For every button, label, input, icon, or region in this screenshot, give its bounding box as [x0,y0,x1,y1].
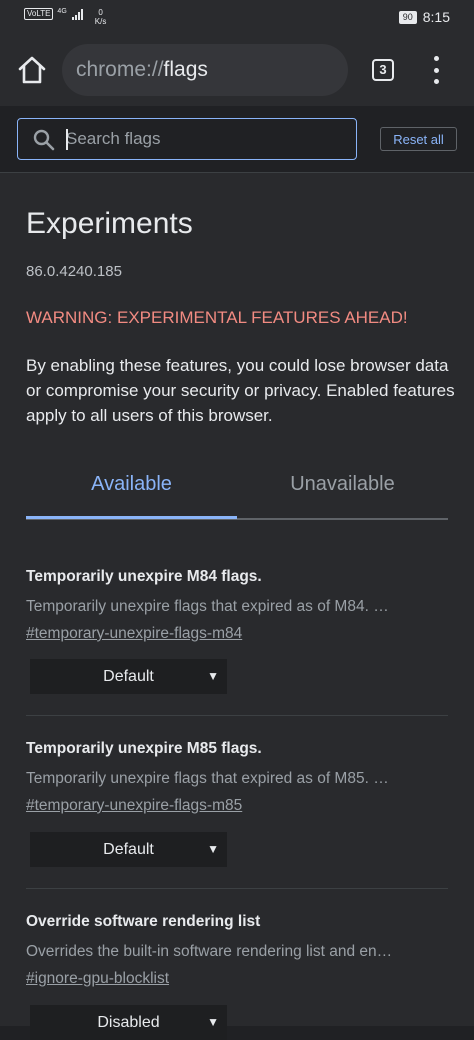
flag-link[interactable]: #ignore-gpu-blocklist [26,970,448,988]
overflow-menu-button[interactable] [428,56,444,84]
tab-bar: Available Unavailable [26,463,448,520]
status-right: 90 8:15 [398,9,450,25]
network-speed: 0 K/s [95,8,107,26]
network-speed-unit: K/s [94,17,107,26]
home-button[interactable] [16,54,48,86]
status-bar: VoLTE 4G 0 K/s 90 8:15 [0,0,474,34]
search-box[interactable] [17,118,357,160]
dropdown-arrow-icon: ▼ [207,669,219,683]
flag-description: Overrides the built-in software renderin… [26,943,393,960]
menu-dot-icon [433,56,439,61]
flag-link[interactable]: #temporary-unexpire-flags-m84 [26,625,448,643]
tab-unavailable[interactable]: Unavailable [237,463,448,518]
page-description: By enabling these features, you could lo… [26,356,455,425]
flag-item: Temporarily unexpire M84 flags. Temporar… [26,568,448,694]
tab-available[interactable]: Available [26,463,237,519]
network-type-label: 4G [57,8,67,15]
volte-badge: VoLTE [24,8,54,20]
page-title: Experiments [26,207,193,240]
address-bar[interactable]: chrome://flags [62,44,348,96]
flag-state-value: Disabled [97,1014,160,1031]
flag-title: Temporarily unexpire M85 flags. [26,740,262,757]
flag-state-value: Default [103,668,154,685]
url-host: flags [163,58,208,81]
search-icon [33,129,55,151]
text-cursor [66,129,68,150]
flag-state-select[interactable]: Disabled ▼ [30,1005,227,1040]
menu-dot-icon [433,67,439,73]
flag-state-select[interactable]: Default ▼ [30,832,227,867]
status-left: VoLTE 4G 0 K/s [24,8,106,26]
flag-item: Override software rendering list Overrid… [26,913,448,1040]
reset-all-button[interactable]: Reset all [380,127,457,151]
battery-icon: 90 [398,10,417,24]
divider [26,715,448,716]
divider [26,888,448,889]
flag-title: Override software rendering list [26,913,261,930]
flag-item: Temporarily unexpire M85 flags. Temporar… [26,740,448,867]
flag-state-value: Default [103,841,154,858]
url-scheme: chrome:// [76,58,164,81]
home-icon [18,56,46,84]
clock: 8:15 [422,9,450,25]
tab-switcher-button[interactable]: 3 [372,59,394,81]
flag-description: Temporarily unexpire flags that expired … [26,598,389,615]
dropdown-arrow-icon: ▼ [207,842,219,856]
flag-title: Temporarily unexpire M84 flags. [26,568,262,585]
flag-description: Temporarily unexpire flags that expired … [26,770,389,787]
signal-strength-icon [71,8,83,20]
browser-toolbar: chrome://flags 3 [0,34,474,106]
flag-link[interactable]: #temporary-unexpire-flags-m85 [26,797,448,815]
search-input[interactable] [66,119,346,159]
menu-dot-icon [433,79,439,84]
dropdown-arrow-icon: ▼ [207,1015,219,1029]
network-speed-value: 0 [98,8,103,17]
flag-state-select[interactable]: Default ▼ [30,659,227,694]
search-header: Reset all [0,106,474,173]
flags-page: Experiments 86.0.4240.185 WARNING: EXPER… [0,173,474,1040]
warning-text: WARNING: EXPERIMENTAL FEATURES AHEAD! [26,308,408,327]
version-label: 86.0.4240.185 [26,263,122,280]
